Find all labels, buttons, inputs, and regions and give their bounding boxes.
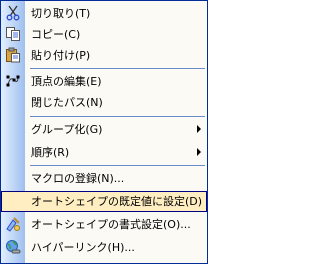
submenu-arrow-icon [197,125,201,133]
menu-item-label: ハイパーリンク(H)... [31,241,135,254]
menu-item-label: 頂点の編集(E) [31,75,102,88]
copy-icon [6,27,20,41]
menu-separator [30,68,205,69]
menu-item-copy[interactable]: コピー(C) [1,24,207,45]
menu-separator [30,116,205,117]
context-menu: 切り取り(T) コピー(C) 貼り付け(P) 頂点の編集(E) 閉じたパス(N)… [0,0,208,264]
menu-item-set-autoshape-defaults[interactable]: オートシェイプの既定値に設定(D) [1,191,207,212]
scissors-icon [6,5,20,21]
format-autoshape-icon [6,217,20,232]
hyperlink-icon [6,240,21,254]
menu-item-format-autoshape[interactable]: オートシェイプの書式設定(O)... [1,214,207,235]
menu-item-label: 切り取り(T) [31,7,91,20]
edit-points-icon [6,75,20,87]
paste-icon [6,47,20,63]
menu-item-close-path[interactable]: 閉じたパス(N) [1,92,207,113]
menu-item-paste[interactable]: 貼り付け(P) [1,45,207,66]
menu-item-label: オートシェイプの既定値に設定(D) [31,195,203,208]
menu-item-edit-points[interactable]: 頂点の編集(E) [1,71,207,92]
menu-item-label: オートシェイプの書式設定(O)... [31,218,191,231]
menu-item-group[interactable]: グループ化(G) [1,119,207,140]
menu-item-label: 貼り付け(P) [31,49,91,62]
menu-item-hyperlink[interactable]: ハイパーリンク(H)... [1,237,207,258]
menu-item-assign-macro[interactable]: マクロの登録(N)... [1,168,207,189]
menu-item-label: マクロの登録(N)... [31,172,125,185]
menu-item-label: グループ化(G) [31,123,103,136]
submenu-arrow-icon [197,148,201,156]
menu-item-label: 順序(R) [31,146,70,159]
menu-item-cut[interactable]: 切り取り(T) [1,3,207,24]
menu-item-label: 閉じたパス(N) [31,96,103,109]
menu-separator [30,165,205,166]
menu-item-label: コピー(C) [31,28,81,41]
menu-item-order[interactable]: 順序(R) [1,142,207,163]
